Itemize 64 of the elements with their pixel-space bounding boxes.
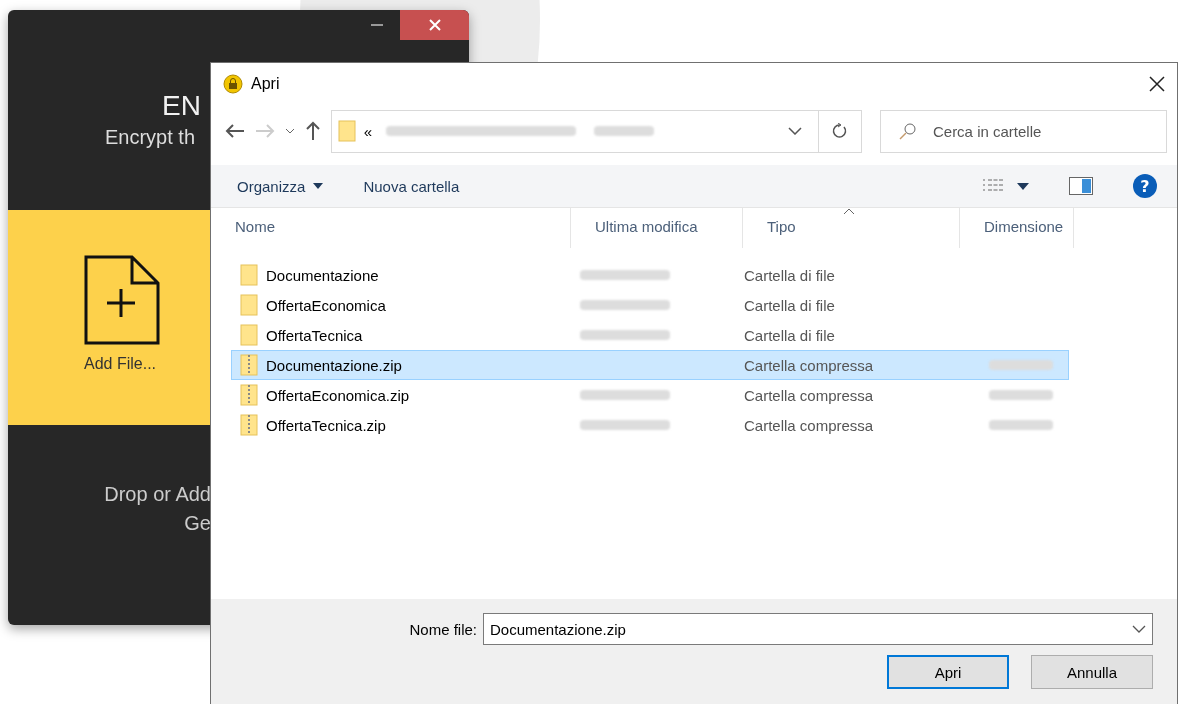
lock-icon xyxy=(223,74,243,94)
file-name: OffertaEconomica xyxy=(266,296,386,314)
new-folder-button[interactable]: Nuova cartella xyxy=(363,177,460,195)
preview-pane-icon[interactable] xyxy=(1069,177,1093,195)
address-bar[interactable]: « xyxy=(330,109,820,153)
organize-menu[interactable]: Organizza xyxy=(237,177,324,195)
blurred-text xyxy=(594,126,655,136)
search-placeholder: Cerca in cartelle xyxy=(932,122,1042,140)
filename-label: Nome file: xyxy=(409,620,477,638)
file-name: Documentazione.zip xyxy=(266,356,402,374)
file-add-icon[interactable] xyxy=(84,255,160,345)
blurred-text xyxy=(989,390,1053,400)
help-button[interactable]: ? xyxy=(1133,174,1157,198)
refresh-icon xyxy=(832,123,848,139)
zipped-folder-icon xyxy=(240,414,258,436)
file-type: Cartella di file xyxy=(744,296,836,314)
zipped-folder-icon xyxy=(240,354,258,376)
app-subtitle: Encrypt th xyxy=(105,126,196,149)
app-title: EN xyxy=(162,90,201,122)
file-type: Cartella di file xyxy=(744,266,836,284)
file-type: Cartella compressa xyxy=(744,416,875,434)
dialog-button[interactable]: Apri xyxy=(887,655,1009,689)
drop-hint: Ge xyxy=(184,512,211,535)
file-name: OffertaTecnica xyxy=(266,326,363,344)
back-arrow-icon[interactable] xyxy=(225,123,245,139)
file-type: Cartella compressa xyxy=(744,356,875,374)
folder-icon xyxy=(240,294,258,316)
file-type: Cartella di file xyxy=(744,326,836,344)
file-row[interactable]: Documentazione Cartella di file xyxy=(231,260,1069,290)
file-name: Documentazione xyxy=(266,266,379,284)
file-row[interactable]: OffertaTecnica.zip Cartella compressa xyxy=(231,410,1069,440)
column-header[interactable]: Dimensione xyxy=(960,208,1074,248)
search-field[interactable]: Cerca in cartelle xyxy=(879,109,1167,153)
column-header[interactable]: Ultima modifica xyxy=(571,208,743,248)
add-file-label[interactable]: Add File... xyxy=(84,355,157,373)
folder-icon xyxy=(240,264,258,286)
blurred-text xyxy=(989,360,1053,370)
drop-hint: Drop or Add xyxy=(104,483,211,506)
chevron-down-icon[interactable] xyxy=(1132,625,1146,633)
zipped-folder-icon xyxy=(240,384,258,406)
chevron-down-icon[interactable] xyxy=(788,127,803,135)
dialog-title: Apri xyxy=(251,75,281,93)
refresh-button[interactable] xyxy=(818,109,862,153)
blurred-text xyxy=(989,420,1053,430)
file-type: Cartella compressa xyxy=(744,386,875,404)
folder-icon xyxy=(337,120,356,142)
breadcrumb-overflow[interactable]: « xyxy=(363,122,373,140)
column-header[interactable]: Tipo xyxy=(743,208,960,248)
folder-icon xyxy=(240,324,258,346)
up-arrow-icon[interactable] xyxy=(304,121,321,141)
caret-icon[interactable] xyxy=(1017,182,1029,190)
search-icon xyxy=(898,122,917,140)
chevron-down-icon[interactable] xyxy=(284,128,295,134)
close-icon[interactable] xyxy=(1149,76,1165,92)
file-name: OffertaTecnica.zip xyxy=(266,416,386,434)
filename-field[interactable]: Documentazione.zip xyxy=(483,613,1153,645)
file-row[interactable]: Documentazione.zip Cartella compressa xyxy=(231,350,1069,380)
file-name: OffertaEconomica.zip xyxy=(266,386,410,404)
file-row[interactable]: OffertaEconomica Cartella di file xyxy=(231,290,1069,320)
file-row[interactable]: OffertaTecnica Cartella di file xyxy=(231,320,1069,350)
column-header[interactable]: Nome xyxy=(211,208,571,248)
file-row[interactable]: OffertaEconomica.zip Cartella compressa xyxy=(231,380,1069,410)
caret-icon xyxy=(313,183,324,189)
dialog-button[interactable]: Annulla xyxy=(1031,655,1153,689)
